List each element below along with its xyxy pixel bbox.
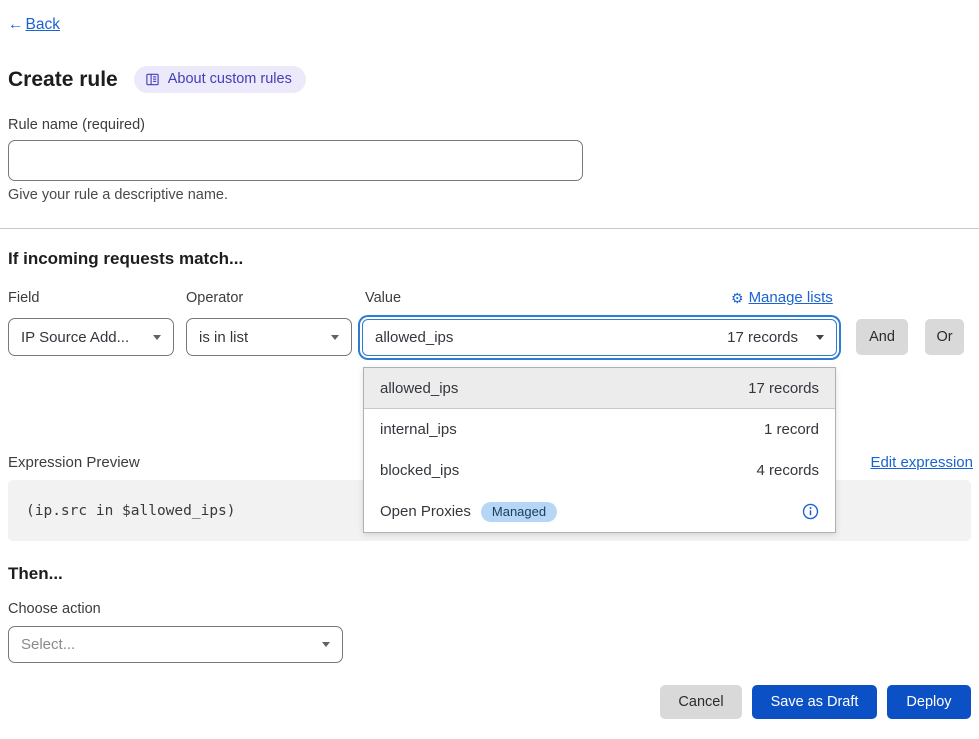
page-title: Create rule <box>8 68 118 92</box>
back-arrow-icon: ← <box>8 16 24 34</box>
chevron-down-icon <box>331 335 339 340</box>
edit-expression-label: Edit expression <box>870 454 973 471</box>
edit-expression-link[interactable]: Edit expression <box>870 454 973 471</box>
field-label: Field <box>8 290 39 306</box>
cancel-button[interactable]: Cancel <box>660 685 742 719</box>
about-custom-rules-label: About custom rules <box>168 71 292 87</box>
list-records: 17 records <box>748 380 819 397</box>
value-dropdown-menu: allowed_ips 17 records internal_ips 1 re… <box>363 367 836 533</box>
operator-label: Operator <box>186 290 243 306</box>
action-select-placeholder: Select... <box>21 636 75 653</box>
about-custom-rules-link[interactable]: About custom rules <box>134 66 306 93</box>
list-records: 1 record <box>764 421 819 438</box>
create-rule-page: ← Back Create rule About custom rules Ru… <box>0 0 979 739</box>
list-name: internal_ips <box>380 421 457 438</box>
rule-name-label: Rule name (required) <box>8 117 145 133</box>
book-icon <box>145 72 160 87</box>
managed-badge: Managed <box>481 502 557 522</box>
list-records: 4 records <box>756 462 819 479</box>
rule-name-helper-text: Give your rule a descriptive name. <box>8 187 228 203</box>
operator-select[interactable]: is in list <box>186 318 352 356</box>
list-name: Open Proxies <box>380 503 471 520</box>
chevron-down-icon <box>816 335 824 340</box>
back-link-label: Back <box>26 16 60 34</box>
chevron-down-icon <box>153 335 161 340</box>
dropdown-item-internal-ips[interactable]: internal_ips 1 record <box>364 409 835 450</box>
list-name: allowed_ips <box>380 380 458 397</box>
match-section-heading: If incoming requests match... <box>8 249 243 269</box>
value-combobox[interactable]: allowed_ips 17 records <box>362 319 837 356</box>
dropdown-item-open-proxies[interactable]: Open Proxies Managed <box>364 491 835 532</box>
field-select[interactable]: IP Source Add... <box>8 318 174 356</box>
operator-select-value: is in list <box>199 329 248 346</box>
dropdown-item-allowed-ips[interactable]: allowed_ips 17 records <box>364 368 835 409</box>
value-combobox-value: allowed_ips <box>375 329 453 346</box>
or-button[interactable]: Or <box>925 319 964 355</box>
then-section-heading: Then... <box>8 564 63 584</box>
rule-name-input[interactable] <box>8 140 583 181</box>
chevron-down-icon <box>322 642 330 647</box>
dropdown-item-blocked-ips[interactable]: blocked_ips 4 records <box>364 450 835 491</box>
and-button[interactable]: And <box>856 319 908 355</box>
manage-lists-link[interactable]: ⚙ Manage lists <box>731 289 833 306</box>
save-as-draft-button[interactable]: Save as Draft <box>752 685 877 719</box>
choose-action-label: Choose action <box>8 601 101 617</box>
value-label: Value <box>365 290 401 306</box>
value-records-count: 17 records <box>727 329 798 346</box>
page-header: Create rule About custom rules <box>8 66 306 93</box>
expression-preview-label: Expression Preview <box>8 454 140 471</box>
deploy-button[interactable]: Deploy <box>887 685 971 719</box>
list-name: blocked_ips <box>380 462 459 479</box>
expression-code: (ip.src in $allowed_ips) <box>26 503 236 519</box>
action-select[interactable]: Select... <box>8 626 343 663</box>
manage-lists-label: Manage lists <box>749 289 833 306</box>
field-select-value: IP Source Add... <box>21 329 129 346</box>
info-icon[interactable] <box>802 503 819 520</box>
gear-icon: ⚙ <box>731 291 744 305</box>
section-divider <box>0 228 979 229</box>
back-link[interactable]: ← Back <box>8 16 60 34</box>
